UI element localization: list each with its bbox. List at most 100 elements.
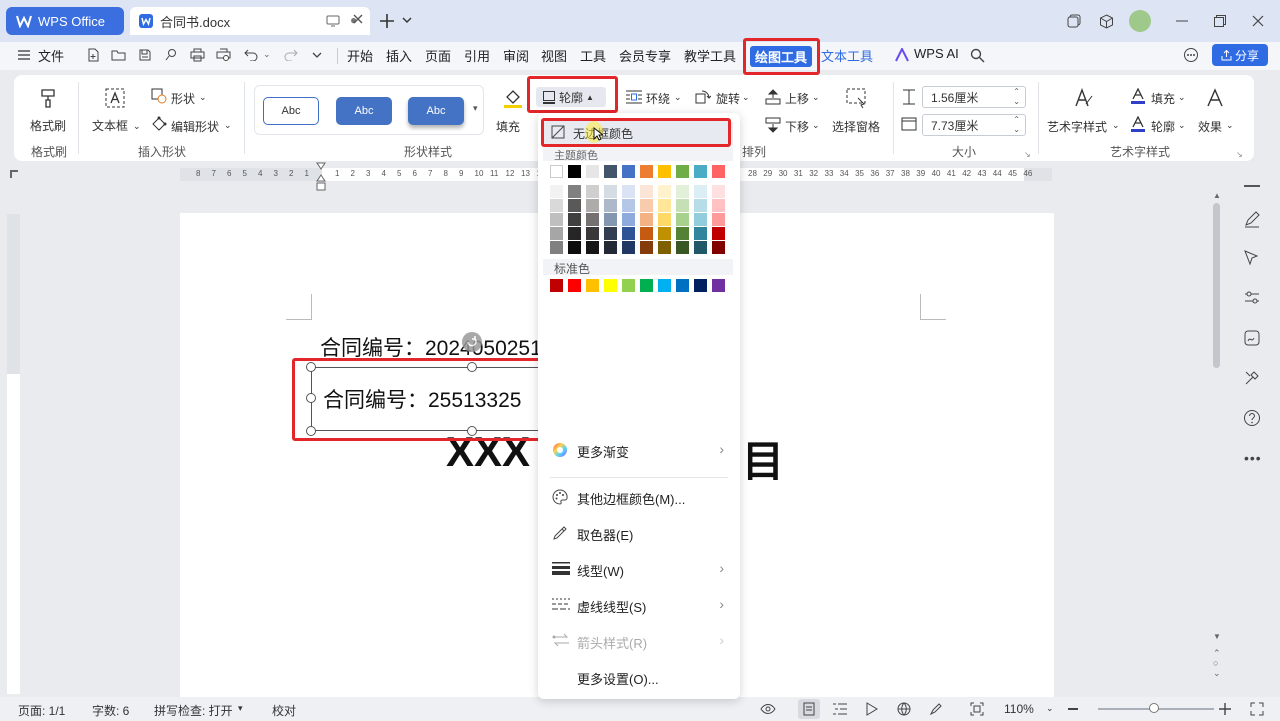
wps-home-tab[interactable]: WPS Office	[6, 7, 124, 35]
select-cursor-icon[interactable]	[1243, 249, 1261, 267]
color-swatch[interactable]	[712, 241, 725, 254]
style-gallery-more-icon[interactable]: ▾	[473, 103, 478, 114]
zoom-dropdown-icon[interactable]: ⌄	[1046, 703, 1054, 714]
color-swatch[interactable]	[640, 199, 653, 212]
color-swatch[interactable]	[568, 165, 581, 178]
other-border-color-item[interactable]: 其他边框颜色(M)...	[538, 483, 740, 511]
wrap-text-icon[interactable]	[626, 90, 642, 104]
edit-shape-button[interactable]: 编辑形状	[171, 118, 219, 135]
zoom-out-icon[interactable]	[1068, 708, 1078, 710]
print-preview-icon[interactable]	[216, 48, 231, 62]
color-swatch[interactable]	[712, 213, 725, 226]
color-swatch[interactable]	[568, 241, 581, 254]
color-swatch[interactable]	[658, 213, 671, 226]
rotate-button[interactable]: 旋转	[716, 90, 740, 107]
color-swatch[interactable]	[550, 185, 563, 198]
sliders-icon[interactable]	[1243, 289, 1261, 307]
tab-teaching-tools[interactable]: 教学工具	[684, 46, 736, 65]
color-swatch[interactable]	[568, 199, 581, 212]
vertical-scrollbar-thumb[interactable]	[1213, 203, 1220, 368]
proofread-button[interactable]: 校对	[272, 702, 296, 719]
scroll-down-icon[interactable]: ▼	[1213, 632, 1221, 641]
selection-pane-icon[interactable]	[845, 87, 867, 109]
maximize-icon[interactable]	[1209, 10, 1231, 32]
wrap-dropdown-icon[interactable]: ⌄	[674, 92, 682, 103]
color-swatch[interactable]	[640, 241, 653, 254]
format-brush-icon[interactable]	[37, 87, 59, 109]
text-outline-dropdown-icon[interactable]: ⌄	[1178, 120, 1186, 131]
color-swatch[interactable]	[586, 185, 599, 198]
outline-view-icon[interactable]	[833, 703, 847, 715]
color-swatch[interactable]	[586, 241, 599, 254]
color-swatch[interactable]	[694, 199, 707, 212]
monitor-icon[interactable]	[326, 14, 340, 28]
color-swatch[interactable]	[694, 279, 707, 292]
tab-references[interactable]: 引用	[464, 46, 490, 65]
more-settings-item[interactable]: 更多设置(O)...	[538, 663, 740, 691]
text-fill-dropdown-icon[interactable]: ⌄	[1178, 92, 1186, 103]
fill-button[interactable]: 填充	[496, 118, 520, 135]
color-swatch[interactable]	[676, 241, 689, 254]
text-effects-button[interactable]: 效果	[1198, 118, 1222, 135]
tab-text-tools[interactable]: 文本工具	[821, 46, 873, 65]
width-input[interactable]: 7.73厘米 ⌃ ⌄	[922, 114, 1026, 136]
more-gradient-item[interactable]: 更多渐变 ›	[538, 436, 740, 464]
color-swatch[interactable]	[586, 199, 599, 212]
color-swatch[interactable]	[604, 199, 617, 212]
textbox-dropdown-icon[interactable]: ⌄	[133, 121, 141, 132]
new-tab-icon[interactable]	[378, 12, 396, 30]
dash-type-item[interactable]: 虚线线型(S) ›	[538, 591, 740, 619]
color-swatch[interactable]	[640, 213, 653, 226]
undo-icon[interactable]	[244, 47, 258, 61]
color-swatch[interactable]	[622, 199, 635, 212]
color-swatch[interactable]	[658, 185, 671, 198]
tab-list-chevron-icon[interactable]	[402, 16, 412, 24]
edit-shape-icon[interactable]	[151, 116, 167, 132]
wps-ai-button[interactable]: WPS AI	[914, 46, 959, 61]
tab-view[interactable]: 视图	[541, 46, 567, 65]
heading-right[interactable]: 目	[742, 428, 784, 489]
color-swatch[interactable]	[604, 241, 617, 254]
vertical-ruler[interactable]	[7, 214, 20, 694]
zoom-in-icon[interactable]	[1219, 703, 1231, 715]
color-swatch[interactable]	[676, 165, 689, 178]
cube-icon[interactable]	[1095, 10, 1117, 32]
color-swatch[interactable]	[658, 199, 671, 212]
bring-forward-dropdown-icon[interactable]: ⌄	[812, 92, 820, 103]
edit-shape-dropdown-icon[interactable]: ⌄	[224, 120, 232, 131]
menu-file[interactable]: 文件	[38, 46, 64, 65]
color-swatch[interactable]	[622, 279, 635, 292]
color-swatch[interactable]	[640, 279, 653, 292]
bring-forward-icon[interactable]	[765, 89, 781, 105]
textbox-icon[interactable]	[104, 87, 126, 109]
color-swatch[interactable]	[604, 213, 617, 226]
color-swatch[interactable]	[712, 199, 725, 212]
share-link-icon[interactable]	[164, 48, 178, 62]
open-folder-icon[interactable]	[111, 48, 126, 62]
zoom-level[interactable]: 110%	[1004, 702, 1034, 716]
line-type-item[interactable]: 线型(W) ›	[538, 555, 740, 583]
color-swatch[interactable]	[658, 227, 671, 240]
color-swatch[interactable]	[550, 165, 563, 178]
page-view-button[interactable]	[798, 699, 820, 719]
share-button[interactable]: 分享	[1212, 44, 1268, 66]
word-count[interactable]: 字数: 6	[92, 702, 129, 719]
color-swatch[interactable]	[712, 165, 725, 178]
color-swatch[interactable]	[604, 227, 617, 240]
tools-icon[interactable]	[1243, 369, 1261, 387]
pen-icon[interactable]	[1243, 210, 1261, 228]
eye-protection-icon[interactable]	[760, 703, 776, 715]
art-style-icon[interactable]	[1072, 87, 1094, 109]
help-icon[interactable]	[1243, 409, 1261, 427]
page-count[interactable]: 页面: 1/1	[18, 702, 65, 719]
color-swatch[interactable]	[676, 279, 689, 292]
tab-home[interactable]: 开始	[347, 46, 373, 65]
color-swatch[interactable]	[622, 165, 635, 178]
page-nav-icon[interactable]: ⌃ ○ ⌄	[1213, 648, 1221, 678]
shape-dropdown-icon[interactable]: ⌄	[199, 92, 207, 103]
shape-style-1[interactable]: Abc	[263, 97, 319, 125]
color-swatch[interactable]	[676, 199, 689, 212]
tab-page[interactable]: 页面	[425, 46, 451, 65]
text-outline-icon[interactable]	[1130, 116, 1146, 132]
save-icon[interactable]	[138, 48, 152, 62]
